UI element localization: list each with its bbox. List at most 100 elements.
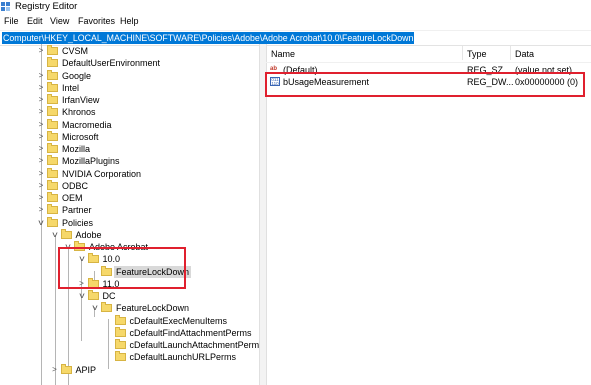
folder-icon xyxy=(47,81,58,92)
folder-icon xyxy=(47,69,58,80)
no-expander xyxy=(105,351,113,363)
column-separator[interactable] xyxy=(462,46,463,60)
chevron-down-icon[interactable]: v xyxy=(49,229,59,241)
folder-icon xyxy=(101,302,112,313)
no-expander xyxy=(105,315,113,327)
folder-icon xyxy=(47,155,58,166)
tree-item-label: cDefaultFindAttachmentPerms xyxy=(129,327,252,338)
tree-item-label: Mozilla xyxy=(62,144,91,154)
column-header-name[interactable]: Name xyxy=(271,49,295,59)
tree-item-label: CVSM xyxy=(62,46,89,56)
tree-item[interactable]: > APIP xyxy=(0,363,259,376)
tree-item-label: Khronos xyxy=(62,107,96,118)
column-header-data[interactable]: Data xyxy=(515,49,534,59)
registry-editor-app-icon xyxy=(1,2,10,11)
tree-item[interactable]: > Partner xyxy=(0,204,259,216)
tree-item[interactable]: > OEM xyxy=(0,192,259,204)
tree-item[interactable]: > Google xyxy=(0,69,259,82)
tree-item-label: OEM xyxy=(62,193,83,203)
menu-edit[interactable]: Edit xyxy=(27,16,43,26)
folder-icon xyxy=(47,118,58,129)
no-expander xyxy=(105,339,113,351)
tree-item[interactable]: cDefaultExecMenuItems xyxy=(0,314,259,327)
menu-favorites[interactable]: Favorites xyxy=(78,16,115,26)
tree-item[interactable]: cDefaultFindAttachmentPerms xyxy=(0,326,259,339)
tree-item[interactable]: v Policies xyxy=(0,216,259,229)
chevron-right-icon[interactable]: > xyxy=(51,364,59,376)
tree-item-label: cDefaultLaunchURLPerms xyxy=(129,352,237,363)
chevron-down-icon[interactable]: v xyxy=(76,290,86,302)
tree-item-label: Macromedia xyxy=(62,119,112,130)
highlight-box-value xyxy=(265,72,585,97)
folder-icon xyxy=(47,130,58,141)
chevron-down-icon[interactable]: v xyxy=(90,302,100,314)
tree-item[interactable]: v Adobe xyxy=(0,228,259,241)
chevron-right-icon[interactable]: > xyxy=(37,204,45,216)
menu-bar: File Edit View Favorites Help xyxy=(0,14,591,29)
tree-item-label: Policies xyxy=(62,217,94,228)
tree-item[interactable]: cDefaultLaunchAttachmentPerms xyxy=(0,339,259,351)
tree-item[interactable]: > Microsoft xyxy=(0,130,259,143)
tree-item-label: DefaultUserEnvironment xyxy=(62,58,161,69)
chevron-right-icon[interactable]: > xyxy=(37,131,45,143)
chevron-right-icon[interactable]: > xyxy=(37,106,45,118)
tree-item-label: IrfanView xyxy=(62,95,100,105)
folder-icon xyxy=(114,351,126,362)
tree-item[interactable]: > Khronos xyxy=(0,106,259,118)
tree-item-label: ODBC xyxy=(62,180,89,191)
tree-item-label: Microsoft xyxy=(62,131,99,142)
tree-item-label: APIP xyxy=(75,364,97,375)
tree-item[interactable]: cDefaultLaunchURLPerms xyxy=(0,351,259,363)
title-bar: Registry Editor xyxy=(0,0,591,14)
tree-item[interactable]: v FeatureLockDown xyxy=(0,302,259,314)
folder-icon xyxy=(47,143,58,153)
chevron-right-icon[interactable]: > xyxy=(37,119,45,131)
tree-item-label: NVIDIA Corporation xyxy=(62,168,142,179)
chevron-right-icon[interactable]: > xyxy=(37,180,45,192)
chevron-right-icon[interactable]: > xyxy=(37,155,45,167)
chevron-right-icon[interactable]: > xyxy=(37,192,45,204)
highlight-box-tree xyxy=(58,247,186,289)
chevron-right-icon[interactable]: > xyxy=(37,168,45,180)
folder-icon xyxy=(114,326,126,337)
chevron-right-icon[interactable]: > xyxy=(37,94,45,106)
column-header-type[interactable]: Type xyxy=(467,49,487,59)
folder-icon xyxy=(47,179,58,190)
folder-icon xyxy=(47,192,58,202)
tree-item-label: Partner xyxy=(62,205,92,216)
folder-icon xyxy=(60,363,72,374)
chevron-right-icon[interactable]: > xyxy=(37,45,45,57)
menu-help[interactable]: Help xyxy=(120,16,139,26)
tree-item-label: Intel xyxy=(62,82,80,93)
tree-item[interactable]: > IrfanView xyxy=(0,94,259,106)
column-separator[interactable] xyxy=(510,46,511,60)
window-title: Registry Editor xyxy=(15,1,78,12)
tree-item[interactable]: > MozillaPlugins xyxy=(0,155,259,167)
tree-item-label: DC xyxy=(102,291,116,301)
tree-item[interactable]: > Intel xyxy=(0,81,259,94)
tree-item-label: Adobe xyxy=(75,229,102,240)
folder-icon xyxy=(114,339,126,349)
menu-file[interactable]: File xyxy=(4,16,19,26)
tree-item[interactable]: > ODBC xyxy=(0,179,259,192)
chevron-right-icon[interactable]: > xyxy=(37,82,45,94)
folder-icon xyxy=(47,204,58,215)
tree-item-label: FeatureLockDown xyxy=(116,303,190,314)
tree-item-label: MozillaPlugins xyxy=(62,156,120,167)
key-tree-pane[interactable]: > CVSM DefaultUserEnvironment > Google > Intel… xyxy=(0,44,259,385)
chevron-right-icon[interactable]: > xyxy=(37,143,45,155)
tree-item[interactable]: v DC xyxy=(0,290,259,302)
address-path[interactable]: Computer\HKEY_LOCAL_MACHINE\SOFTWARE\Pol… xyxy=(2,32,415,44)
tree-item[interactable]: > Macromedia xyxy=(0,118,259,131)
chevron-down-icon[interactable]: v xyxy=(36,217,46,229)
menu-view[interactable]: View xyxy=(50,16,69,26)
folder-icon xyxy=(47,216,58,227)
tree-item-label: Google xyxy=(62,70,92,81)
folder-icon xyxy=(60,228,72,239)
chevron-right-icon[interactable]: > xyxy=(37,70,45,82)
folder-icon xyxy=(47,167,58,178)
tree-item[interactable]: > NVIDIA Corporation xyxy=(0,167,259,180)
tree-item[interactable]: > Mozilla xyxy=(0,143,259,155)
tree-item[interactable]: > CVSM xyxy=(0,45,259,57)
tree-item[interactable]: DefaultUserEnvironment xyxy=(0,57,259,69)
